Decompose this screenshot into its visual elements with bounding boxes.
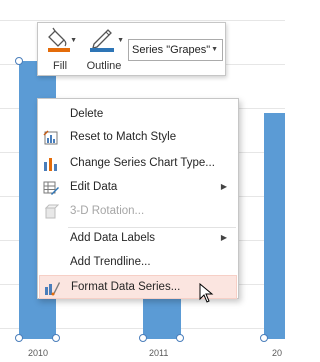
mini-toolbar: ▼ Fill ▼ Outline Series "Grapes" ▼ bbox=[37, 22, 226, 76]
menu-item-label: Add Data Labels bbox=[70, 232, 156, 244]
axis-label: 2010 bbox=[28, 348, 49, 358]
selection-handle[interactable] bbox=[52, 334, 60, 342]
menu-item-delete[interactable]: Delete bbox=[39, 103, 237, 127]
series-selector-value: Series "Grapes" bbox=[132, 44, 211, 56]
format-series-icon bbox=[45, 282, 60, 296]
menu-item-label: Edit Data bbox=[70, 181, 118, 193]
menu-item-label: Format Data Series... bbox=[71, 281, 181, 293]
menu-item-label: 3-D Rotation... bbox=[70, 205, 145, 217]
series-bar[interactable] bbox=[264, 113, 285, 339]
menu-item-3d-rotation: 3-D Rotation... bbox=[39, 200, 237, 224]
context-menu: Delete Reset to Match Style Change Serie… bbox=[37, 98, 239, 299]
edit-data-icon bbox=[43, 181, 59, 195]
fill-button[interactable]: ▼ Fill bbox=[43, 25, 77, 73]
mouse-cursor-icon bbox=[199, 283, 214, 303]
menu-item-change-chart-type[interactable]: Change Series Chart Type... bbox=[39, 152, 237, 176]
menu-item-label: Add Trendline... bbox=[70, 256, 151, 268]
menu-item-reset-style[interactable]: Reset to Match Style bbox=[39, 126, 237, 150]
menu-item-label: Change Series Chart Type... bbox=[70, 157, 215, 169]
selection-handle[interactable] bbox=[15, 334, 23, 342]
menu-item-label: Delete bbox=[70, 108, 104, 120]
selection-handle[interactable] bbox=[260, 334, 268, 342]
chart-type-icon bbox=[44, 158, 57, 171]
submenu-arrow-icon: ▶ bbox=[220, 182, 227, 191]
axis-label: 2011 bbox=[149, 348, 169, 358]
selection-handle[interactable] bbox=[139, 334, 147, 342]
chevron-down-icon[interactable]: ▼ bbox=[117, 37, 124, 44]
chevron-down-icon[interactable]: ▼ bbox=[211, 46, 218, 53]
menu-item-add-trendline[interactable]: Add Trendline... bbox=[39, 251, 237, 275]
gridline bbox=[0, 20, 285, 21]
selection-handle[interactable] bbox=[15, 57, 23, 65]
axis-label: 20 bbox=[272, 348, 283, 358]
selection-handle[interactable] bbox=[176, 334, 184, 342]
outline-label: Outline bbox=[86, 60, 122, 72]
outline-button[interactable]: ▼ Outline bbox=[84, 25, 124, 73]
fill-label: Fill bbox=[52, 60, 68, 72]
chevron-down-icon[interactable]: ▼ bbox=[70, 37, 77, 44]
submenu-arrow-icon: ▶ bbox=[220, 233, 227, 242]
menu-item-edit-data[interactable]: Edit Data ▶ bbox=[39, 176, 237, 200]
menu-item-label: Reset to Match Style bbox=[70, 131, 177, 143]
menu-item-add-data-labels[interactable]: Add Data Labels ▶ bbox=[39, 227, 237, 251]
reset-style-icon bbox=[43, 130, 58, 145]
series-selector[interactable]: Series "Grapes" ▼ bbox=[128, 39, 223, 61]
rotation-icon bbox=[44, 204, 59, 219]
